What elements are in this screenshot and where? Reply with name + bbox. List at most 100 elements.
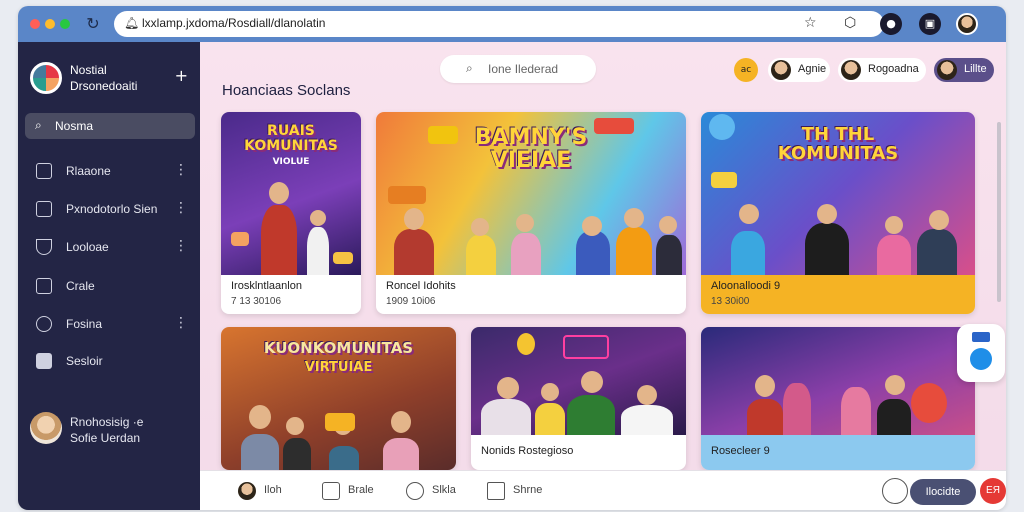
bottom-item-1[interactable]: Iloh	[238, 481, 298, 501]
person-figure	[535, 403, 565, 435]
card-subtitle: 1909 10i06	[386, 296, 436, 307]
star-icon[interactable]: ☆	[804, 15, 817, 31]
bottom-item-4[interactable]: Shrne	[487, 481, 547, 501]
profile-name: Rnohosisig ·e Sofie Uerdan	[70, 414, 143, 446]
bottom-item-label: Slkla	[432, 484, 456, 496]
person-figure	[656, 235, 682, 275]
brand-name-line1: Nostial	[70, 63, 107, 77]
person-figure	[394, 229, 434, 275]
community-card[interactable]: Rosecleer 9	[701, 327, 975, 470]
person-figure	[329, 446, 359, 470]
person-head	[582, 216, 602, 236]
sidebar-item-3[interactable]: Looloae ⋮	[36, 236, 188, 260]
sidebar-item-label: Rlaaone	[66, 164, 111, 178]
notification-badge[interactable]: ac	[734, 58, 758, 82]
bottom-item-2[interactable]: Brale	[322, 481, 382, 501]
card-title: Nonids Rostegioso	[481, 445, 574, 457]
profile-avatar-icon[interactable]: ●	[880, 13, 902, 35]
user-chip-1[interactable]: Agnie	[768, 58, 830, 82]
comment-icon	[406, 482, 424, 500]
game-icon	[428, 126, 458, 144]
person-figure	[621, 405, 673, 435]
more-icon[interactable]: ⋮	[174, 162, 188, 178]
community-card[interactable]: RUAIS KOMUNITAS VIOLUE Irosklntlaanlon 7…	[221, 112, 361, 314]
person-figure	[481, 399, 531, 435]
user-chip-label: Lillte	[964, 63, 987, 75]
card-image: RUAIS KOMUNITAS VIOLUE	[221, 112, 361, 275]
bell-icon: 🔔︎	[124, 16, 140, 30]
search-icon: ⌕	[466, 61, 473, 75]
person-head	[929, 210, 949, 230]
avatar	[30, 412, 62, 444]
page-title: Hoanciaas Soclans	[222, 82, 351, 99]
browser-window: ↻ 🔔︎ lxxlamp.jxdoma/Rosdiall/dlanolatin …	[18, 6, 1006, 510]
user-chip-3[interactable]: Lillte	[934, 58, 994, 82]
address-bar[interactable]: 🔔︎ lxxlamp.jxdoma/Rosdiall/dlanolatin ☆ …	[114, 11, 884, 37]
reload-icon[interactable]: ↻	[82, 13, 104, 35]
brand-name: Nostial Drsonedoaiti	[70, 62, 137, 94]
card-subtitle: 13 30i00	[711, 296, 750, 307]
person-head	[885, 375, 905, 395]
close-window-dot[interactable]	[30, 19, 40, 29]
person-figure	[466, 235, 496, 275]
sidebar-item-4[interactable]: Crale	[36, 275, 188, 299]
person-head	[286, 417, 304, 435]
search-icon: ⌕	[35, 118, 42, 132]
floating-action-button[interactable]	[957, 324, 1005, 382]
sidebar-item-1[interactable]: Rlaaone ⋮	[36, 160, 188, 184]
person-figure	[841, 387, 871, 435]
person-figure	[747, 399, 783, 435]
person-figure	[576, 231, 610, 275]
community-card[interactable]: TH THL KOMUNITAS Aloonalloodi 9 13 30i00	[701, 112, 975, 314]
camera-icon	[36, 353, 52, 369]
plus-icon[interactable]: +	[175, 66, 188, 85]
support-icon[interactable]	[882, 478, 908, 504]
avatar	[841, 60, 861, 80]
minimize-window-dot[interactable]	[45, 19, 55, 29]
bottom-item-label: Brale	[348, 484, 374, 496]
main-content: ⌕ Ione Ilederad ac Agnie Rogoadna Lillte…	[200, 42, 1006, 510]
card-image	[471, 327, 686, 435]
person-figure	[283, 438, 311, 470]
scrollbar[interactable]	[997, 122, 1001, 302]
user-profile[interactable]: Rnohosisig ·e Sofie Uerdan	[30, 412, 190, 452]
person-figure	[877, 399, 911, 435]
sidebar-item-6[interactable]: Sesloir	[36, 350, 188, 374]
profile-name-line1: Rnohosisig ·e	[70, 415, 144, 429]
card-banner-text: BAMNY'S VIEIAE	[474, 125, 588, 174]
sidebar-search[interactable]: ⌕ Nosma	[25, 113, 195, 139]
card-banner-subtext: VIRTUIAE	[304, 360, 373, 375]
extension-icon[interactable]: ⬡	[844, 15, 856, 31]
user-chip-2[interactable]: Rogoadna	[838, 58, 926, 82]
person-figure	[731, 231, 765, 275]
maximize-window-dot[interactable]	[60, 19, 70, 29]
community-card[interactable]: KUONKOMUNITAS VIRTUIAE	[221, 327, 456, 470]
more-icon[interactable]: ⋮	[174, 315, 188, 331]
clock-icon	[970, 348, 992, 370]
sidebar-item-5[interactable]: Fosina ⋮	[36, 313, 188, 337]
cast-icon[interactable]: ▣	[919, 13, 941, 35]
profile-name-line2: Sofie Uerdan	[70, 431, 141, 445]
community-card[interactable]: Nonids Rostegioso	[471, 327, 686, 470]
account-avatar[interactable]	[956, 13, 978, 35]
community-card[interactable]: BAMNY'S VIEIAE Roncel Idohits 1909 10i06	[376, 112, 686, 314]
person-head	[310, 210, 326, 226]
person-figure	[783, 383, 811, 435]
avatar	[238, 482, 256, 500]
card-image: KUONKOMUNITAS VIRTUIAE	[221, 327, 456, 470]
calendar-icon	[36, 278, 52, 294]
image-icon	[36, 163, 52, 179]
sidebar-item-2[interactable]: Pxnodotorlo Sien ⋮	[36, 198, 188, 222]
card-image: TH THL KOMUNITAS	[701, 112, 975, 275]
bottom-item-3[interactable]: Slkla	[406, 481, 466, 501]
more-icon[interactable]: ⋮	[174, 238, 188, 254]
record-button[interactable]: ЕЯ	[980, 478, 1006, 504]
sidebar-item-label: Sesloir	[66, 354, 103, 368]
more-icon[interactable]: ⋮	[174, 200, 188, 216]
search-input[interactable]: ⌕ Ione Ilederad	[440, 55, 596, 83]
person-head	[404, 208, 424, 230]
primary-action-button[interactable]: Ilocidte	[910, 479, 976, 505]
person-figure	[616, 227, 652, 275]
cup-icon	[36, 239, 52, 255]
avatar	[937, 60, 957, 80]
